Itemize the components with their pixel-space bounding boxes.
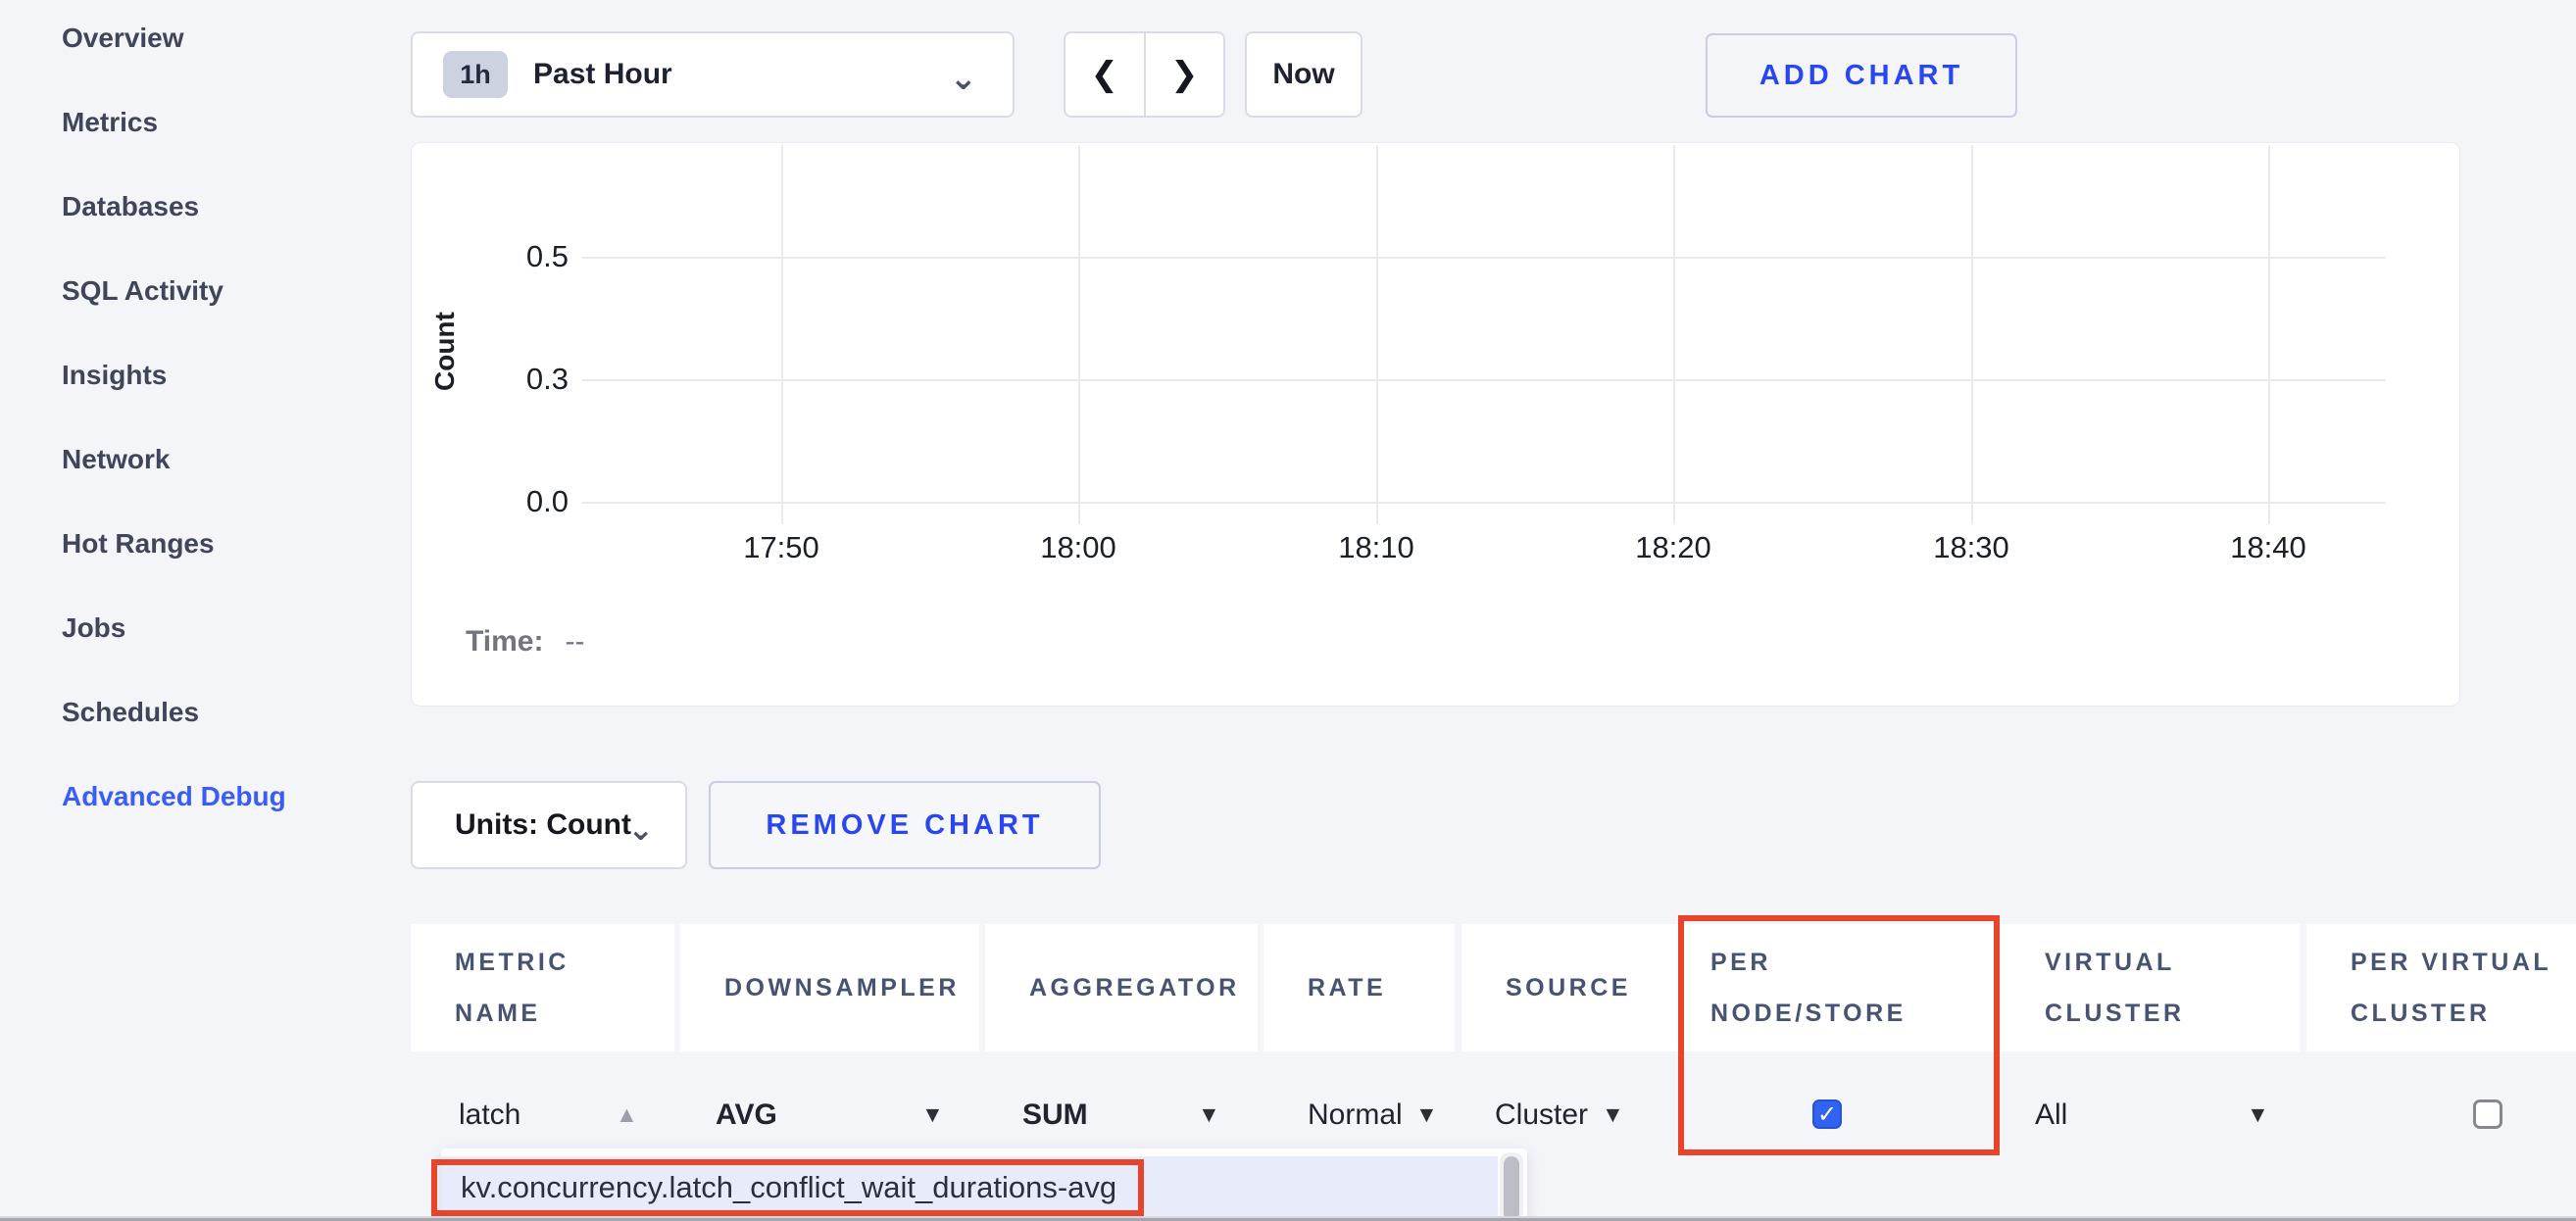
check-icon: ✓ bbox=[1817, 1100, 1837, 1129]
sidebar-item-overview[interactable]: Overview bbox=[62, 21, 184, 56]
hover-time-value: -- bbox=[565, 625, 584, 658]
chevron-down-icon: ⌄ bbox=[627, 810, 654, 848]
sidebar-item-jobs[interactable]: Jobs bbox=[62, 610, 125, 646]
caret-down-icon[interactable]: ▼ bbox=[921, 1101, 944, 1128]
column-header-metric-name: METRIC NAME bbox=[411, 924, 674, 1051]
x-tick-label: 18:20 bbox=[1595, 530, 1752, 565]
sidebar-item-insights[interactable]: Insights bbox=[62, 358, 167, 393]
y-tick-label: 0.3 bbox=[451, 362, 569, 397]
aggregator-select[interactable]: SUM bbox=[1022, 1098, 1088, 1133]
metric-name-input[interactable]: latch bbox=[459, 1098, 520, 1133]
hover-time-readout: Time: -- bbox=[466, 625, 584, 659]
sidebar-item-schedules[interactable]: Schedules bbox=[62, 695, 199, 730]
header-line: RATE bbox=[1308, 962, 1455, 1013]
column-header-per-virtual-cluster: PER VIRTUAL CLUSTER bbox=[2306, 924, 2576, 1051]
x-tick-label: 18:30 bbox=[1893, 530, 2050, 565]
time-range-badge: 1h bbox=[443, 51, 508, 98]
per-virtual-cluster-checkbox[interactable] bbox=[2473, 1099, 2502, 1129]
now-button[interactable]: Now bbox=[1245, 31, 1362, 118]
header-line: DOWNSAMPLER bbox=[724, 962, 979, 1013]
remove-chart-button[interactable]: REMOVE CHART bbox=[709, 781, 1101, 869]
caret-down-icon[interactable]: ▼ bbox=[1198, 1101, 1220, 1128]
time-range-dropdown[interactable]: 1h Past Hour ⌄ bbox=[411, 31, 1015, 118]
gridline-horizontal bbox=[582, 502, 2386, 504]
column-header-source: SOURCE bbox=[1461, 924, 1673, 1051]
header-line: CLUSTER bbox=[2351, 988, 2576, 1039]
y-tick-label: 0.0 bbox=[451, 484, 569, 519]
sidebar-item-network[interactable]: Network bbox=[62, 442, 170, 477]
screenshot-bottom-edge bbox=[0, 1216, 2576, 1221]
header-line: AGGREGATOR bbox=[1029, 962, 1258, 1013]
column-header-virtual-cluster: VIRTUAL CLUSTER bbox=[2001, 924, 2300, 1051]
next-interval-button[interactable]: ❯ bbox=[1146, 33, 1224, 116]
chevron-down-icon: ⌄ bbox=[950, 59, 978, 98]
suggestions-scrollbar-thumb[interactable] bbox=[1504, 1156, 1519, 1221]
time-range-label: Past Hour bbox=[533, 58, 672, 91]
caret-down-icon[interactable]: ▼ bbox=[1602, 1101, 1624, 1128]
time-step-buttons: ❮ ❯ bbox=[1064, 31, 1225, 118]
column-header-aggregator: AGGREGATOR bbox=[985, 924, 1258, 1051]
chart-card: Count 0.5 0.3 0.0 17:50 18:00 18:10 18:2… bbox=[411, 142, 2460, 707]
add-chart-button[interactable]: ADD CHART bbox=[1706, 33, 2017, 118]
x-tick-label: 18:40 bbox=[2190, 530, 2347, 565]
caret-up-icon[interactable]: ▲ bbox=[616, 1101, 638, 1128]
header-line: NODE/STORE bbox=[1710, 988, 1996, 1039]
header-line: NAME bbox=[455, 988, 674, 1039]
column-header-downsampler: DOWNSAMPLER bbox=[680, 924, 979, 1051]
header-line: METRIC bbox=[455, 937, 674, 988]
header-line: PER bbox=[1710, 937, 1996, 988]
sidebar-item-databases[interactable]: Databases bbox=[62, 189, 199, 224]
header-line: CLUSTER bbox=[2045, 988, 2300, 1039]
caret-down-icon[interactable]: ▼ bbox=[1415, 1101, 1438, 1128]
downsampler-select[interactable]: AVG bbox=[716, 1098, 777, 1133]
prev-interval-button[interactable]: ❮ bbox=[1065, 33, 1146, 116]
sidebar-item-advanced-debug[interactable]: Advanced Debug bbox=[62, 779, 286, 814]
metric-suggestion-text: kv.concurrency.latch_conflict_wait_durat… bbox=[461, 1170, 1116, 1205]
sidebar-item-sql-activity[interactable]: SQL Activity bbox=[62, 273, 223, 309]
rate-select[interactable]: Normal bbox=[1308, 1098, 1403, 1133]
per-node-store-checkbox[interactable]: ✓ bbox=[1812, 1099, 1842, 1129]
source-select[interactable]: Cluster bbox=[1495, 1098, 1588, 1133]
metric-suggestion-item[interactable]: kv.concurrency.latch_conflict_wait_durat… bbox=[441, 1156, 1498, 1221]
header-line: PER VIRTUAL bbox=[2351, 937, 2576, 988]
header-line: SOURCE bbox=[1506, 962, 1673, 1013]
column-header-per-node-store: PER NODE/STORE bbox=[1666, 924, 1996, 1051]
header-line: VIRTUAL bbox=[2045, 937, 2300, 988]
x-tick-label: 18:10 bbox=[1298, 530, 1455, 565]
sidebar-item-hot-ranges[interactable]: Hot Ranges bbox=[62, 526, 215, 562]
column-header-rate: RATE bbox=[1263, 924, 1455, 1051]
units-dropdown-label: Units: Count bbox=[455, 808, 631, 842]
chart-plot-area[interactable] bbox=[582, 145, 2386, 502]
hover-time-label: Time: bbox=[466, 625, 543, 658]
x-tick-label: 18:00 bbox=[1000, 530, 1157, 565]
chevron-right-icon: ❯ bbox=[1170, 55, 1199, 94]
y-tick-label: 0.5 bbox=[451, 239, 569, 274]
chevron-left-icon: ❮ bbox=[1091, 55, 1119, 94]
units-dropdown[interactable]: Units: Count ⌄ bbox=[411, 781, 687, 869]
sidebar-item-metrics[interactable]: Metrics bbox=[62, 105, 158, 140]
metric-suggestions-panel: kv.concurrency.latch_conflict_wait_durat… bbox=[441, 1148, 1527, 1221]
caret-down-icon[interactable]: ▼ bbox=[2247, 1101, 2269, 1128]
x-tick-label: 17:50 bbox=[703, 530, 860, 565]
virtual-cluster-select[interactable]: All bbox=[2035, 1098, 2067, 1133]
